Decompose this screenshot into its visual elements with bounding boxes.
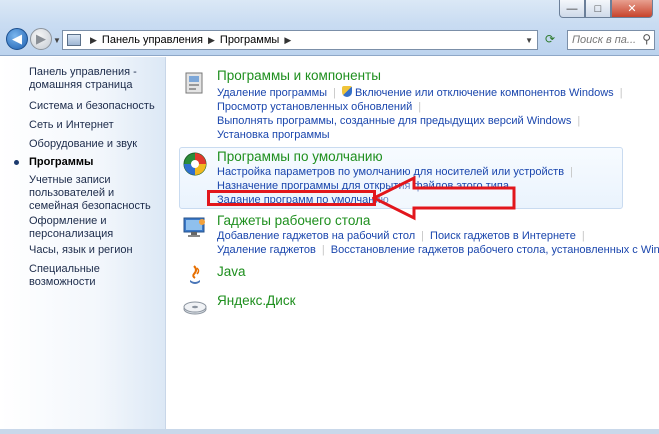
forward-button[interactable]: ▶ (30, 28, 52, 50)
chevron-right-icon[interactable]: ▶ (90, 35, 97, 46)
link-view-updates[interactable]: Просмотр установленных обновлений (217, 101, 412, 113)
search-icon[interactable]: ⚲ (642, 32, 651, 46)
refresh-icon[interactable]: ⟳ (542, 32, 558, 48)
divider: | (421, 230, 425, 242)
breadcrumb-programs[interactable]: Программы (220, 34, 279, 46)
chevron-right-icon[interactable]: ▶ (284, 35, 291, 46)
chevron-right-icon[interactable]: ▶ (208, 35, 215, 46)
sidebar: Панель управления - домашняя страница Си… (0, 57, 166, 434)
link-install-program[interactable]: Установка программы (217, 129, 330, 141)
link-restore-gadgets[interactable]: Восстановление гаджетов рабочего стола, … (331, 244, 659, 256)
window-controls: — □ ✕ (559, 0, 653, 18)
yandex-disk-icon (183, 301, 207, 315)
category-title[interactable]: Программы по умолчанию (217, 149, 383, 164)
window-bottom-border (0, 429, 659, 434)
link-add-gadgets[interactable]: Добавление гаджетов на рабочий стол (217, 230, 415, 242)
search-input[interactable]: Поиск в па... ⚲ (567, 30, 655, 50)
annotation-highlight-box (207, 190, 376, 206)
navigation-bar: ◀ ▶ ▼ ▶ Панель управления ▶ Программы ▶ … (0, 24, 659, 56)
active-bullet-icon (14, 160, 19, 165)
sidebar-item-programs[interactable]: Программы (29, 156, 93, 169)
sidebar-item-system-security[interactable]: Система и безопасность (29, 100, 155, 113)
minimize-button[interactable]: — (559, 0, 585, 18)
category-title[interactable]: Java (217, 264, 246, 279)
divider: | (321, 244, 325, 256)
divider: | (333, 87, 336, 99)
maximize-button[interactable]: □ (585, 0, 611, 18)
back-button[interactable]: ◀ (6, 28, 28, 50)
uac-shield-icon (341, 86, 352, 97)
close-button[interactable]: ✕ (611, 0, 653, 18)
link-uninstall-gadget[interactable]: Удаление гаджетов (217, 244, 316, 256)
search-placeholder: Поиск в па... (572, 34, 637, 46)
recent-pages-dropdown[interactable]: ▼ (53, 36, 61, 45)
link-find-gadgets-online[interactable]: Поиск гаджетов в Интернете (430, 230, 576, 242)
sidebar-item-accessibility[interactable]: Специальные возможности (29, 263, 165, 289)
divider: | (619, 87, 623, 99)
link-run-older-programs[interactable]: Выполнять программы, созданные для преды… (217, 115, 571, 127)
category-title[interactable]: Программы и компоненты (217, 68, 381, 83)
default-programs-icon (183, 152, 207, 176)
divider: | (581, 230, 585, 242)
category-title[interactable]: Яндекс.Диск (217, 293, 296, 308)
sidebar-item-clock-region[interactable]: Часы, язык и регион (29, 244, 133, 257)
gadgets-icon (183, 217, 205, 237)
address-bar[interactable]: ▶ Панель управления ▶ Программы ▶ ▼ (62, 30, 538, 50)
control-panel-icon (67, 34, 81, 46)
programs-features-icon (185, 72, 203, 94)
divider: | (570, 166, 573, 178)
category-links: Добавление гаджетов на рабочий стол | Поис… (217, 229, 659, 257)
sidebar-item-home[interactable]: Панель управления - домашняя страница (29, 66, 139, 92)
address-dropdown-icon[interactable]: ▼ (525, 36, 533, 45)
java-icon (190, 265, 200, 284)
forward-arrow-icon: ▶ (36, 31, 46, 46)
title-bar: — □ ✕ (0, 0, 659, 24)
category-title[interactable]: Гаджеты рабочего стола (217, 213, 370, 228)
back-arrow-icon: ◀ (12, 31, 22, 46)
link-uninstall-program[interactable]: Удаление программы (217, 87, 327, 99)
main-content: Программы и компоненты Удаление программ… (167, 57, 659, 434)
category-links: Удаление программы | Включение или отключе… (217, 86, 629, 142)
sidebar-item-appearance[interactable]: Оформление и персонализация (29, 215, 139, 241)
sidebar-item-network[interactable]: Сеть и Интернет (29, 119, 114, 132)
divider: | (577, 115, 581, 127)
annotation-arrow-icon (372, 175, 516, 221)
sidebar-item-hardware-sound[interactable]: Оборудование и звук (29, 138, 137, 151)
sidebar-item-user-accounts[interactable]: Учетные записи пользователей и семейная … (29, 174, 159, 213)
link-turn-windows-features[interactable]: Включение или отключение компонентов Win… (355, 87, 614, 99)
divider: | (418, 101, 422, 113)
breadcrumb-control-panel[interactable]: Панель управления (102, 34, 203, 46)
